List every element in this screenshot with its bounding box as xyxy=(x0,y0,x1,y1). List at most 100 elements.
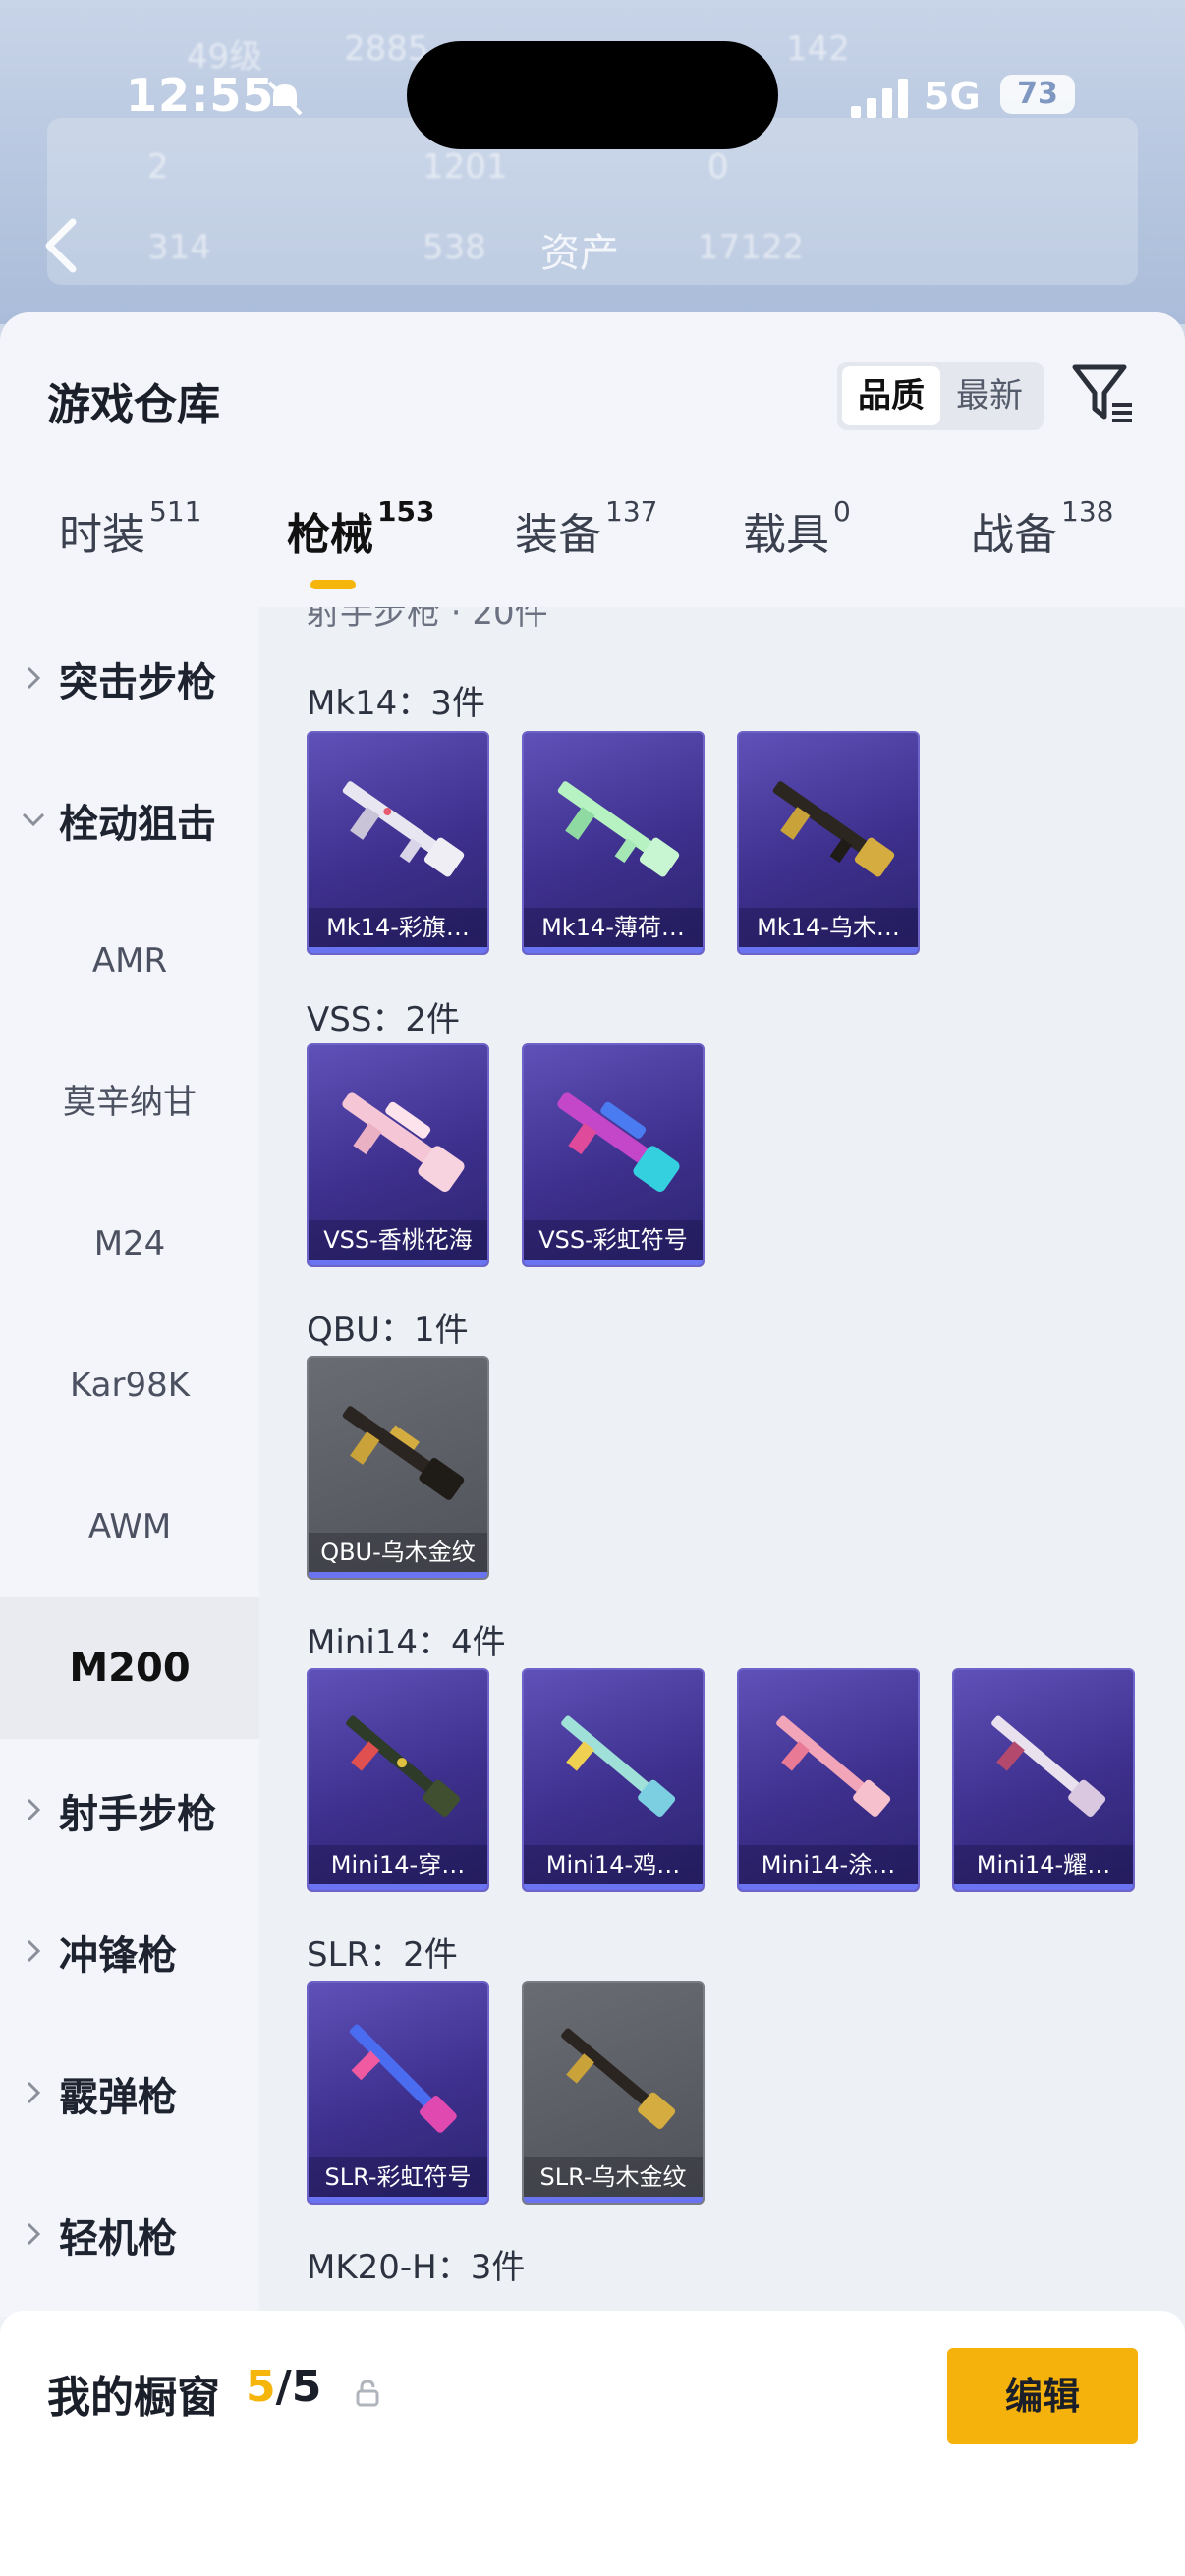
group-heading: Mini14：4件 xyxy=(307,1623,506,1662)
showcase-count-current: 5 xyxy=(246,2362,276,2412)
rarity-bar xyxy=(739,1884,918,1890)
chevron-right-icon xyxy=(27,2081,41,2104)
weapon-tile[interactable]: Mini14-耀… xyxy=(952,1668,1135,1892)
sidebar-subitem-amr[interactable]: AMR xyxy=(0,890,259,1032)
rarity-bar xyxy=(309,947,487,953)
sidebar-item-smg[interactable]: 冲锋枪 xyxy=(0,1880,259,2022)
rifle-icon xyxy=(346,1715,461,1817)
sort-latest-button[interactable]: 最新 xyxy=(940,366,1039,425)
bg-value: 0 xyxy=(707,147,729,187)
weapon-name: Mk14-薄荷… xyxy=(524,908,703,947)
group-heading: QBU：1件 xyxy=(307,1311,469,1350)
weapon-name: QBU-乌木金纹 xyxy=(309,1533,487,1572)
rarity-bar xyxy=(524,2197,703,2203)
weapon-name: VSS-彩虹符号 xyxy=(524,1220,703,1260)
bg-value: 2 xyxy=(147,147,169,187)
tab-count: 511 xyxy=(149,495,202,528)
tab-vehicles[interactable]: 载具 0 xyxy=(743,495,851,597)
weapon-name: Mini14-涂… xyxy=(739,1845,918,1884)
group-heading: Mk14：3件 xyxy=(307,684,485,723)
group-heading: SLR：2件 xyxy=(307,1935,458,1975)
rarity-bar xyxy=(524,1884,703,1890)
active-tab-indicator xyxy=(310,580,356,589)
sidebar-item-marksman-rifle[interactable]: 射手步枪 xyxy=(0,1739,259,1880)
chevron-right-icon xyxy=(27,1798,41,1821)
sidebar-subitem-kar98k[interactable]: Kar98K xyxy=(0,1315,259,1456)
weapon-tile[interactable]: Mk14-乌木… xyxy=(737,731,920,955)
weapon-tile[interactable]: QBU-乌木金纹 xyxy=(307,1356,489,1580)
rarity-bar xyxy=(309,2197,487,2203)
rifle-icon xyxy=(557,1092,680,1192)
tab-label: 枪械 xyxy=(287,510,373,560)
sidebar-item-label: 轻机枪 xyxy=(59,2216,177,2262)
rarity-bar xyxy=(739,947,918,953)
rarity-bar xyxy=(954,1884,1133,1890)
weapon-name: SLR-乌木金纹 xyxy=(524,2157,703,2197)
sidebar-item-lmg[interactable]: 轻机枪 xyxy=(0,2163,259,2305)
dynamic-island xyxy=(407,41,778,149)
sort-quality-button[interactable]: 品质 xyxy=(842,366,940,425)
status-time: 12:55 xyxy=(126,69,275,122)
filter-icon[interactable] xyxy=(1069,360,1138,428)
chevron-right-icon xyxy=(27,1939,41,1963)
showcase-count-total: /5 xyxy=(275,2362,322,2412)
weapon-name: SLR-彩虹符号 xyxy=(309,2157,487,2197)
page-title: 游戏仓库 xyxy=(47,380,220,430)
sidebar-subitem-mosin[interactable]: 莫辛纳甘 xyxy=(0,1032,259,1173)
tab-label: 战备 xyxy=(971,510,1057,560)
weapon-grid: 射手步枪 · 20件 Mk14：3件 Mk14-彩旗… Mk14-薄荷… Mk1… xyxy=(259,607,1185,2317)
tab-fashion[interactable]: 时装 511 xyxy=(59,495,201,597)
rifle-icon xyxy=(557,781,680,877)
rarity-bar xyxy=(309,1884,487,1890)
assets-title: 资产 xyxy=(540,231,619,276)
showcase-label: 我的橱窗 xyxy=(47,2373,220,2423)
tab-equipment[interactable]: 装备 137 xyxy=(515,495,657,597)
sidebar-item-label: 栓动狙击 xyxy=(59,802,216,847)
weapon-tile[interactable]: Mk14-彩旗… xyxy=(307,731,489,955)
rifle-icon xyxy=(342,781,465,877)
rifle-icon xyxy=(561,1715,676,1817)
weapon-tile[interactable]: VSS-香桃花海 xyxy=(307,1043,489,1267)
bg-value: 17122 xyxy=(698,228,805,267)
weapon-tile[interactable]: SLR-乌木金纹 xyxy=(522,1981,705,2205)
tab-label: 装备 xyxy=(515,510,601,560)
category-sidebar: 突击步枪 栓动狙击 AMR 莫辛纳甘 M24 Kar98K AWM M200 射… xyxy=(0,607,259,2317)
weapon-name: Mk14-彩旗… xyxy=(309,908,487,947)
tab-label: 时装 xyxy=(59,510,145,560)
sidebar-item-assault-rifle[interactable]: 突击步枪 xyxy=(0,607,259,749)
weapon-tile[interactable]: Mini14-穿… xyxy=(307,1668,489,1892)
rifle-icon xyxy=(342,1092,465,1192)
tab-supplies[interactable]: 战备 138 xyxy=(971,495,1113,597)
chevron-down-icon xyxy=(22,812,45,827)
rarity-bar xyxy=(524,947,703,953)
sidebar-item-label: 霰弹枪 xyxy=(59,2075,177,2120)
sidebar-item-label: 突击步枪 xyxy=(59,660,216,705)
sort-toggle: 品质 最新 xyxy=(837,362,1044,430)
tab-firearms[interactable]: 枪械 153 xyxy=(287,495,434,597)
sidebar-subitem-m24[interactable]: M24 xyxy=(0,1173,259,1315)
weapon-tile[interactable]: VSS-彩虹符号 xyxy=(522,1043,705,1267)
rifle-icon xyxy=(561,2028,676,2129)
sidebar-item-shotgun[interactable]: 霰弹枪 xyxy=(0,2022,259,2163)
bg-value: 314 xyxy=(147,228,211,267)
weapon-tile[interactable]: Mk14-薄荷… xyxy=(522,731,705,955)
sidebar-subitem-m200[interactable]: M200 xyxy=(0,1597,259,1739)
bg-value: 142 xyxy=(786,29,850,69)
sidebar-item-bolt-sniper[interactable]: 栓动狙击 xyxy=(0,749,259,890)
edit-button[interactable]: 编辑 xyxy=(947,2348,1138,2444)
weapon-tile[interactable]: Mini14-鸡… xyxy=(522,1668,705,1892)
showcase-bar: 我的橱窗 5/5 编辑 xyxy=(0,2311,1185,2576)
back-arrow-icon[interactable] xyxy=(41,216,81,275)
rifle-icon xyxy=(991,1715,1106,1817)
bell-muted-icon xyxy=(267,81,303,116)
group-heading-cut: 射手步枪 · 20件 xyxy=(307,607,548,633)
weapon-name: Mini14-穿… xyxy=(309,1845,487,1884)
sidebar-subitem-awm[interactable]: AWM xyxy=(0,1456,259,1597)
weapon-tile[interactable]: SLR-彩虹符号 xyxy=(307,1981,489,2205)
tab-count: 138 xyxy=(1061,495,1114,528)
battery-indicator: 73 xyxy=(1000,75,1075,114)
signal-icon xyxy=(851,79,908,118)
weapon-tile[interactable]: Mini14-涂… xyxy=(737,1668,920,1892)
rarity-bar xyxy=(524,1260,703,1265)
sidebar-item-label: 射手步枪 xyxy=(59,1792,216,1837)
